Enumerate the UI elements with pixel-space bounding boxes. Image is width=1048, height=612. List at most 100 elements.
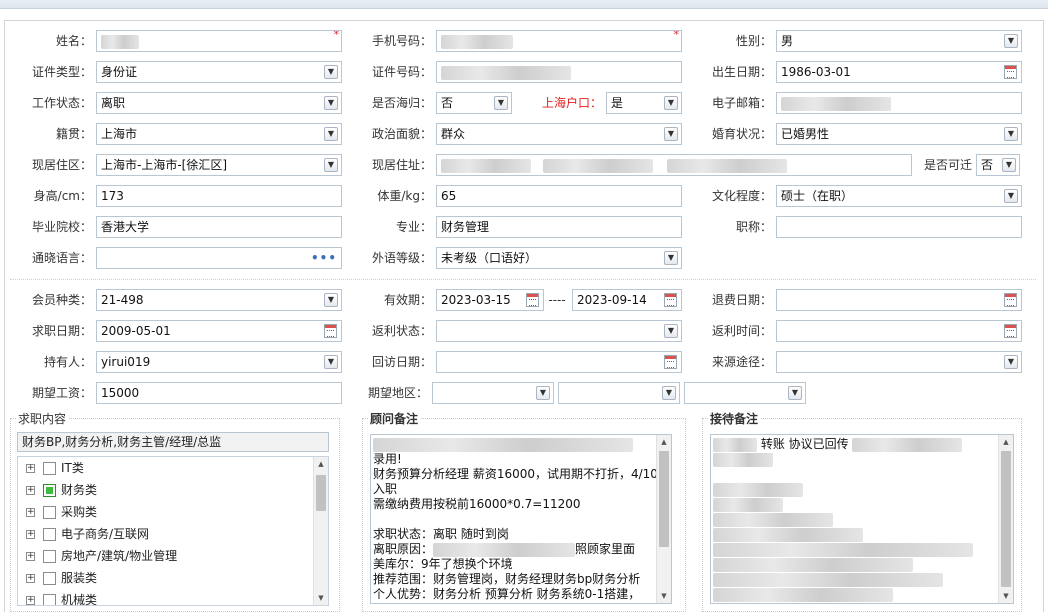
tree-item-real-estate[interactable]: + 房地产/建筑/物业管理 (26, 545, 177, 567)
expand-icon[interactable]: + (26, 552, 35, 561)
tree-item-machinery[interactable]: + 机械类 (26, 589, 97, 605)
reception-notes-textarea[interactable]: 转账 协议已回传 ▲ ▼ (710, 434, 1014, 604)
marital-select[interactable]: 已婚男性 ▼ (776, 123, 1022, 145)
checkbox[interactable] (43, 528, 56, 541)
tree-item-ecommerce[interactable]: + 电子商务/互联网 (26, 523, 149, 545)
holder-select[interactable]: yirui019 ▼ (96, 351, 342, 373)
rebate-status-select[interactable]: ▼ (436, 320, 682, 342)
scroll-down-icon[interactable]: ▼ (999, 589, 1013, 603)
weight-input[interactable]: 65 (436, 185, 682, 207)
checkbox[interactable] (43, 506, 56, 519)
tree-item-finance[interactable]: + 财务类 (26, 479, 97, 501)
scroll-thumb[interactable] (316, 475, 326, 511)
chevron-down-icon[interactable]: ▼ (324, 65, 338, 79)
notes-scrollbar[interactable]: ▲ ▼ (656, 435, 671, 603)
school-input[interactable]: 香港大学 (96, 216, 342, 238)
chevron-down-icon[interactable]: ▼ (664, 96, 678, 110)
tree-item-it[interactable]: + IT类 (26, 457, 84, 479)
major-input[interactable]: 财务管理 (436, 216, 682, 238)
scroll-thumb[interactable] (1001, 451, 1011, 587)
member-type-select[interactable]: 21-498 ▼ (96, 289, 342, 311)
refund-date-input[interactable] (776, 289, 1022, 311)
chevron-down-icon[interactable]: ▼ (324, 355, 338, 369)
tree-item-apparel[interactable]: + 服装类 (26, 567, 97, 589)
expand-icon[interactable]: + (26, 530, 35, 539)
id-number-input[interactable] (436, 61, 682, 83)
scroll-up-icon[interactable]: ▲ (999, 435, 1013, 449)
political-select[interactable]: 群众 ▼ (436, 123, 682, 145)
scroll-down-icon[interactable]: ▼ (657, 589, 671, 603)
checkbox[interactable] (43, 572, 56, 585)
height-input[interactable]: 173 (96, 185, 342, 207)
tree-scrollbar[interactable]: ▲ ▼ (313, 457, 328, 605)
language-input[interactable]: ••• (96, 247, 342, 269)
chevron-down-icon[interactable]: ▼ (1002, 158, 1016, 172)
area-province-select[interactable]: ▼ (432, 382, 554, 404)
chevron-down-icon[interactable]: ▼ (324, 127, 338, 141)
calendar-icon[interactable] (1004, 293, 1017, 307)
relocate-select[interactable]: 否 ▼ (976, 154, 1020, 176)
chevron-down-icon[interactable]: ▼ (324, 293, 338, 307)
chevron-down-icon[interactable]: ▼ (494, 96, 508, 110)
calendar-icon[interactable] (324, 324, 337, 338)
calendar-icon[interactable] (664, 355, 677, 369)
tree-item-purchasing[interactable]: + 采购类 (26, 501, 97, 523)
chevron-down-icon[interactable]: ▼ (536, 386, 550, 400)
expand-icon[interactable]: + (26, 464, 35, 473)
job-category-tree[interactable]: + IT类 + 财务类 + 采购类 + 电子商务/互联网 + 房地产/建筑/物业管理 + 服… (17, 456, 329, 606)
rebate-time-input[interactable] (776, 320, 1022, 342)
more-icon[interactable]: ••• (311, 248, 337, 268)
scroll-down-icon[interactable]: ▼ (314, 591, 328, 605)
chevron-down-icon[interactable]: ▼ (1004, 34, 1018, 48)
calendar-icon[interactable] (1004, 324, 1017, 338)
chevron-down-icon[interactable]: ▼ (324, 158, 338, 172)
chevron-down-icon[interactable]: ▼ (1004, 127, 1018, 141)
phone-input[interactable]: * (436, 30, 682, 52)
expand-icon[interactable]: + (26, 508, 35, 517)
checkbox-checked[interactable] (43, 484, 56, 497)
address-input[interactable] (436, 154, 912, 176)
checkbox[interactable] (43, 594, 56, 605)
gender-select[interactable]: 男 ▼ (776, 30, 1022, 52)
calendar-icon[interactable] (1004, 65, 1017, 79)
chevron-down-icon[interactable]: ▼ (664, 127, 678, 141)
native-place-select[interactable]: 上海市 ▼ (96, 123, 342, 145)
area-city-select[interactable]: ▼ (558, 382, 680, 404)
overseas-select[interactable]: 否 ▼ (436, 92, 512, 114)
scroll-up-icon[interactable]: ▲ (314, 457, 328, 471)
chevron-down-icon[interactable]: ▼ (1004, 189, 1018, 203)
area-district-select[interactable]: ▼ (684, 382, 806, 404)
checkbox[interactable] (43, 550, 56, 563)
chevron-down-icon[interactable]: ▼ (788, 386, 802, 400)
job-date-input[interactable]: 2009-05-01 (96, 320, 342, 342)
expand-icon[interactable]: + (26, 574, 35, 583)
visit-date-input[interactable] (436, 351, 682, 373)
calendar-icon[interactable] (526, 293, 539, 307)
scroll-up-icon[interactable]: ▲ (657, 435, 671, 449)
shanghai-hukou-select[interactable]: 是 ▼ (606, 92, 682, 114)
valid-to-input[interactable]: 2023-09-14 (572, 289, 682, 311)
chevron-down-icon[interactable]: ▼ (664, 324, 678, 338)
foreign-level-select[interactable]: 未考级（口语好） ▼ (436, 247, 682, 269)
valid-from-input[interactable]: 2023-03-15 (436, 289, 544, 311)
source-select[interactable]: ▼ (776, 351, 1022, 373)
expand-icon[interactable]: + (26, 596, 35, 605)
birth-date-input[interactable]: 1986-03-01 (776, 61, 1022, 83)
chevron-down-icon[interactable]: ▼ (1004, 355, 1018, 369)
reception-scrollbar[interactable]: ▲ ▼ (998, 435, 1013, 603)
name-input[interactable]: * (96, 30, 342, 52)
chevron-down-icon[interactable]: ▼ (664, 251, 678, 265)
chevron-down-icon[interactable]: ▼ (324, 96, 338, 110)
salary-input[interactable]: 15000 (96, 382, 342, 404)
expand-icon[interactable]: + (26, 486, 35, 495)
calendar-icon[interactable] (664, 293, 677, 307)
email-input[interactable] (776, 92, 1022, 114)
checkbox[interactable] (43, 462, 56, 475)
district-select[interactable]: 上海市-上海市-[徐汇区] ▼ (96, 154, 342, 176)
chevron-down-icon[interactable]: ▼ (662, 386, 676, 400)
work-status-select[interactable]: 离职 ▼ (96, 92, 342, 114)
job-title-input[interactable] (776, 216, 1022, 238)
id-type-select[interactable]: 身份证 ▼ (96, 61, 342, 83)
scroll-thumb[interactable] (659, 451, 669, 547)
education-select[interactable]: 硕士（在职） ▼ (776, 185, 1022, 207)
